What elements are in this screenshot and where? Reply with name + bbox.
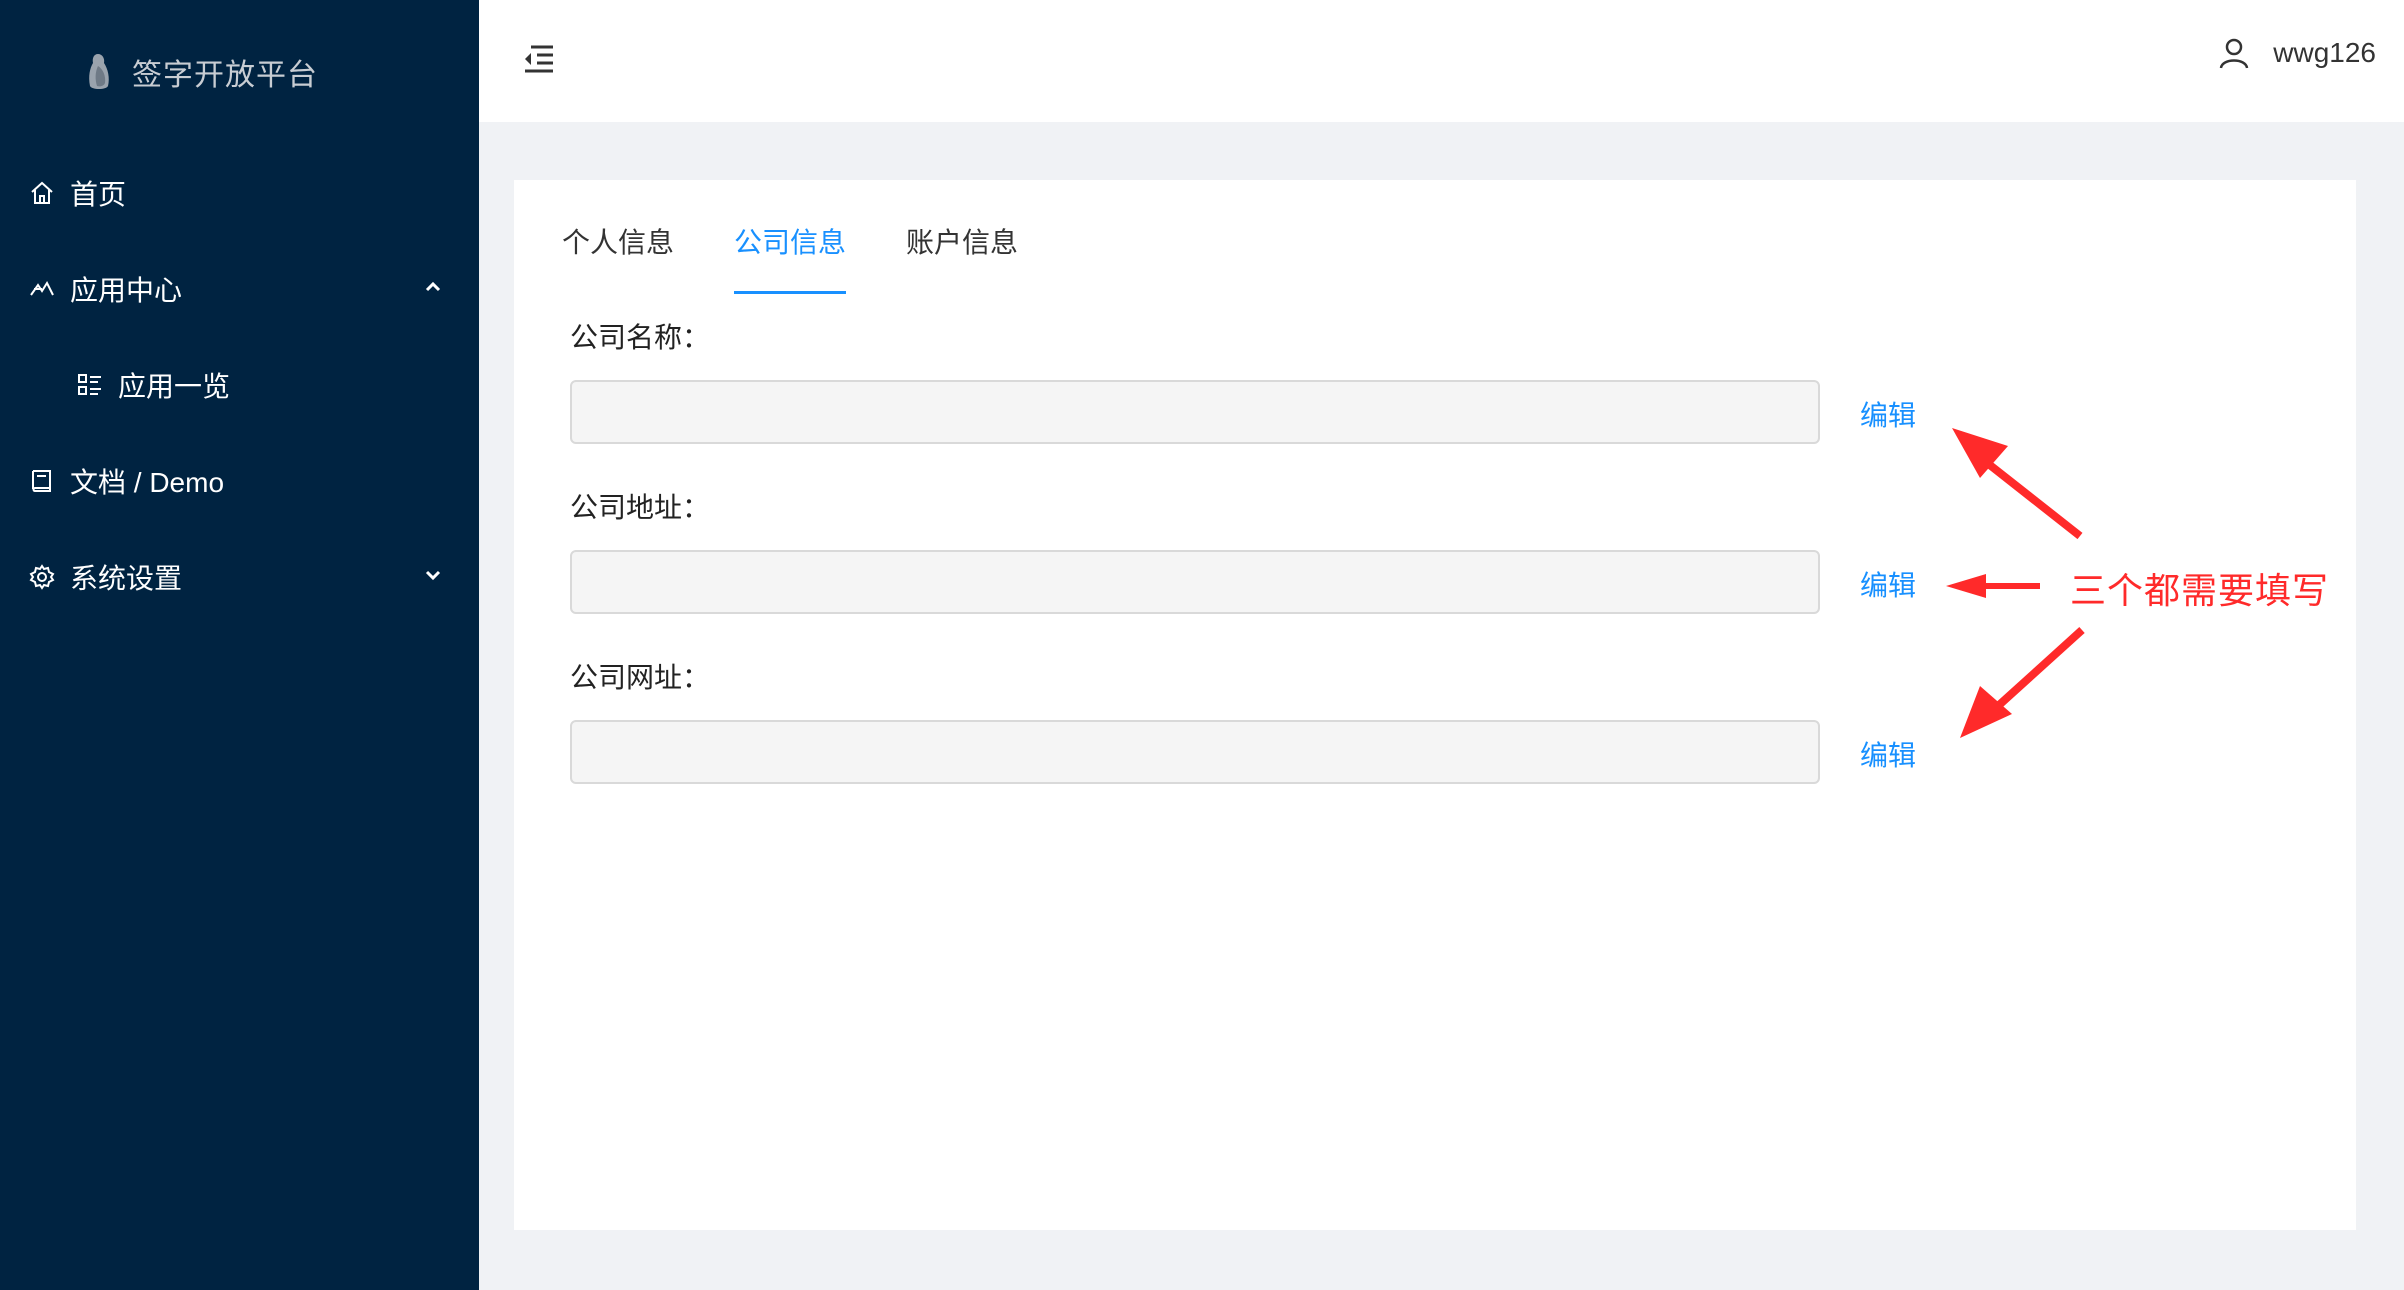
sidebar-item-settings[interactable]: 系统设置 (0, 537, 479, 617)
company-website-field[interactable] (570, 720, 1820, 784)
chevron-down-icon (425, 570, 441, 581)
tab-personal-info[interactable]: 个人信息 (562, 208, 674, 294)
menu-fold-icon[interactable] (521, 42, 557, 76)
app-title: 签字开放平台 (132, 59, 318, 92)
book-icon (28, 467, 56, 495)
chevron-up-icon (425, 281, 441, 292)
edit-company-website-link[interactable]: 编辑 (1860, 734, 1916, 774)
company-name-label: 公司名称： (570, 322, 711, 353)
company-info-card: 个人信息 公司信息 账户信息 公司名称： 编辑 公司地址： 编辑 公司网址： 编… (514, 180, 2356, 1230)
sidebar-item-home[interactable]: 首页 (0, 153, 479, 233)
sidebar-item-docs[interactable]: 文档 / Demo (0, 441, 479, 521)
company-name-field[interactable] (570, 380, 1820, 444)
sidebar-item-app-center[interactable]: 应用中心 (0, 249, 479, 329)
sidebar-item-label: 首页 (70, 179, 127, 210)
user-icon (2220, 38, 2249, 69)
sidebar-item-app-list[interactable]: 应用一览 (0, 345, 479, 425)
top-header: wwg126 (479, 0, 2404, 122)
penguin-logo-icon (89, 54, 109, 89)
sidebar-item-label: 应用中心 (70, 275, 183, 306)
username: wwg126 (2273, 37, 2376, 68)
edit-company-address-link[interactable]: 编辑 (1860, 564, 1916, 604)
sidebar-item-label: 文档 / Demo (70, 467, 225, 498)
tab-company-info[interactable]: 公司信息 (734, 208, 847, 294)
user-menu[interactable]: wwg126 (2217, 36, 2376, 70)
gear-icon (28, 563, 56, 591)
edit-company-name-link[interactable]: 编辑 (1860, 394, 1916, 434)
app-center-icon (28, 275, 56, 303)
logo[interactable]: 签字开放平台 (84, 44, 318, 100)
company-website-label: 公司网址： (570, 662, 711, 693)
sidebar-item-label: 系统设置 (70, 563, 183, 594)
home-icon (28, 179, 56, 207)
list-icon (76, 371, 104, 399)
sidebar: 签字开放平台 首页 应用中心 应用一览 文档 / Demo 系统设置 (0, 0, 479, 1290)
company-address-label: 公司地址： (570, 492, 711, 523)
annotation-text: 三个都需要填写 (2070, 570, 2330, 611)
sidebar-item-label: 应用一览 (118, 371, 231, 402)
tab-account-info[interactable]: 账户信息 (906, 208, 1018, 294)
company-address-field[interactable] (570, 550, 1820, 614)
